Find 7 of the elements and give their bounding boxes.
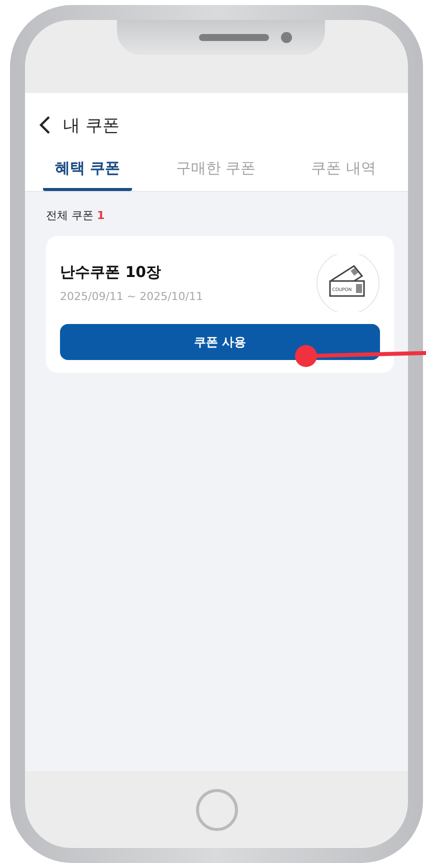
page-title: 내 쿠폰 bbox=[63, 114, 120, 136]
coupon-period: 2025/09/11 ~ 2025/10/11 bbox=[60, 290, 204, 303]
speaker-grille bbox=[199, 34, 269, 41]
coupon-name: 난수쿠폰 10장 bbox=[60, 263, 162, 282]
back-icon[interactable] bbox=[39, 115, 51, 135]
use-coupon-button[interactable]: 쿠폰 사용 bbox=[60, 324, 380, 360]
coupon-total: 전체 쿠폰 1 bbox=[46, 208, 106, 223]
